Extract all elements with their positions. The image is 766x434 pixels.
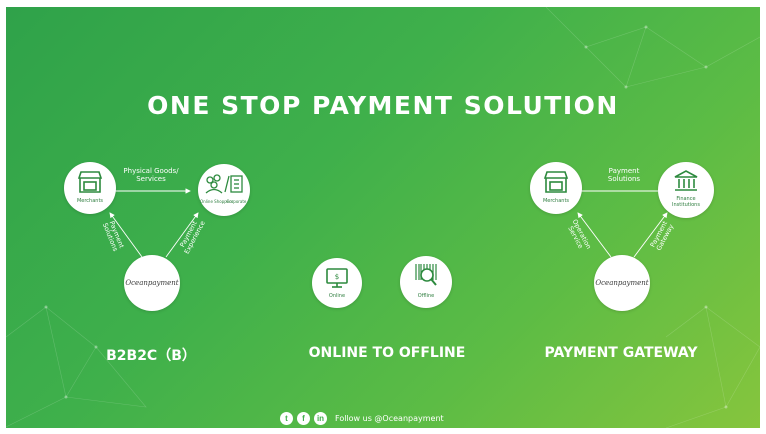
gateway-merchants-label: Merchants: [542, 198, 570, 204]
corporate-label: Corporate: [226, 199, 247, 204]
finance-circle: Finance Institutions: [658, 162, 714, 218]
shop-icon: [543, 171, 569, 193]
flow-goods-line1: Physical Goods/: [123, 167, 179, 175]
finance-label-line2: Institutions: [672, 202, 700, 208]
flow-label-gw-payment-solutions: Payment Solutions: [596, 167, 652, 183]
linkedin-icon[interactable]: in: [314, 411, 327, 425]
oceanpayment-logo-circle: Oceanpayment: [124, 255, 180, 311]
section-heading-gateway: PAYMENT GATEWAY: [544, 345, 698, 361]
footer: t f in Follow us @Oceanpayment: [280, 411, 444, 425]
merchants-label: Merchants: [76, 198, 104, 204]
oceanpayment-logo: Oceanpayment: [125, 279, 179, 287]
flow-gw-ps-line2: Solutions: [607, 175, 641, 183]
monitor-screen-text: $: [335, 273, 339, 281]
oceanpayment-logo: Oceanpayment: [595, 279, 649, 287]
follow-text[interactable]: Follow us @Oceanpayment: [335, 414, 444, 423]
monitor-icon: $: [326, 268, 348, 288]
twitter-icon[interactable]: t: [280, 411, 293, 425]
flow-goods-line2: Services: [136, 175, 166, 183]
buyers-circle: Online Shoppers Corporate: [198, 164, 250, 216]
section-heading-b2b2c: B2B2C（B）: [106, 348, 196, 364]
gateway-merchants-circle: Merchants: [530, 162, 582, 214]
section-heading-o2o: ONLINE TO OFFLINE: [308, 345, 466, 361]
gateway-oceanpayment-circle: Oceanpayment: [594, 255, 650, 311]
barcode-scan-icon: [415, 264, 437, 286]
merchants-circle: Merchants: [64, 162, 116, 214]
shop-icon: [77, 171, 103, 193]
flow-label-goods: Physical Goods/ Services: [116, 167, 186, 183]
banner: ONE STOP PAYMENT SOLUTION Merchants Phys…: [6, 7, 760, 428]
online-label: Online: [328, 293, 346, 299]
finance-label: Finance Institutions: [658, 196, 714, 208]
online-circle: $ Online: [312, 258, 362, 308]
offline-label: Offline: [417, 293, 435, 299]
people-icon: [205, 174, 243, 194]
flow-gw-ps-line1: Payment: [608, 167, 640, 175]
offline-circle: Offline: [400, 256, 452, 308]
facebook-icon[interactable]: f: [297, 411, 310, 425]
bank-icon: [674, 170, 698, 191]
